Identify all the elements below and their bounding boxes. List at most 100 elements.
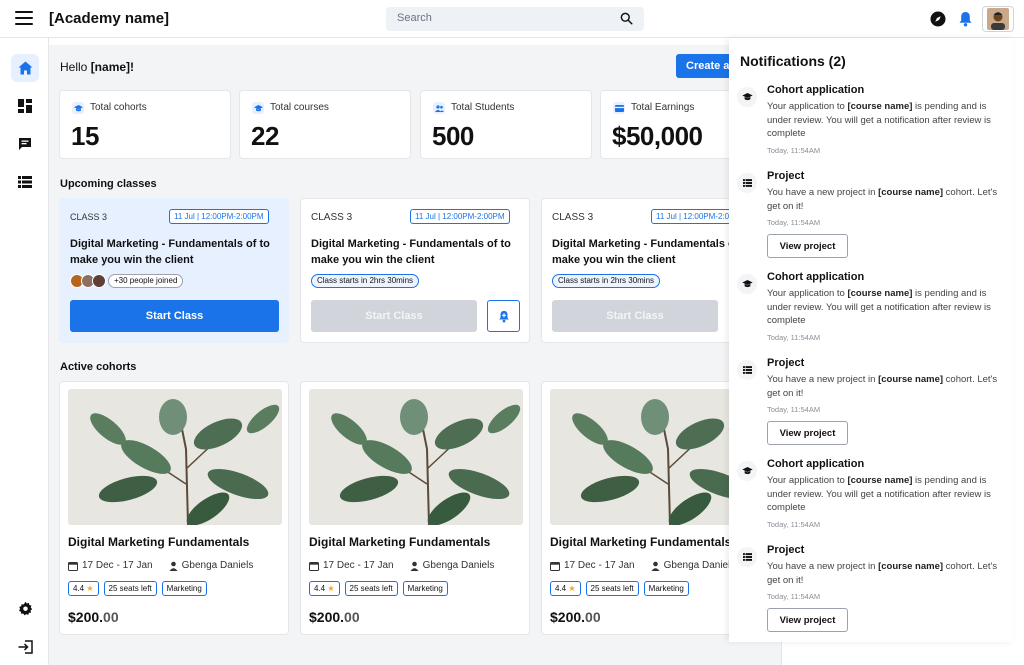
star-icon: ★ [86,584,94,593]
notification-text: You have a new project in [767,187,879,198]
category-tag: Marketing [643,581,689,596]
course-name: [course name] [878,374,944,385]
rating-tag: 4.4 ★ [550,581,581,596]
notification-body: Your application to [course name] is pen… [767,100,1005,141]
category-tag: Marketing [402,581,448,596]
rating-value: 4.4 [555,584,567,593]
notification-time: Today, 11:54AM [767,520,821,529]
greeting: Hello [name]! [60,60,134,74]
cohort-price: $200.00 [550,609,601,625]
cohort-tags: 4.4 ★ 25 seats left Marketing [550,581,694,596]
course-name: [course name] [878,187,944,198]
graduation-cap-icon [737,274,757,294]
card-icon [613,102,625,114]
calendar-icon [550,561,560,571]
rating-tag: 4.4 ★ [68,581,99,596]
class-title: Digital Marketing - Fundamentals of to m… [311,238,511,266]
notification-type: Project [767,170,805,182]
view-project-button[interactable]: View project [767,608,848,632]
notification-body: You have a new project in [course name] … [767,186,1005,213]
search-icon[interactable] [620,12,633,25]
avatar [92,274,106,288]
cohort-meta: 17 Dec - 17 Jan Gbenga Daniels [309,560,494,571]
price-cents: 00 [344,609,360,625]
start-class-button[interactable]: Start Class [311,300,477,332]
rating-value: 4.4 [73,584,85,593]
sidebar-item-settings[interactable] [11,594,39,622]
cohort-card[interactable]: Digital Marketing Fundamentals 17 Dec - … [59,381,289,635]
search-box[interactable] [386,7,644,31]
sidebar-item-list[interactable] [11,168,39,196]
notification-body: Your application to [course name] is pen… [767,474,1005,515]
notification-type: Project [767,357,805,369]
class-title: Digital Marketing - Fundamentals of to m… [70,238,270,266]
stat-card-students: Total Students 500 [420,90,592,159]
bell-icon[interactable] [958,11,973,27]
menu-icon[interactable] [15,11,33,27]
cohort-title: Digital Marketing Fundamentals [309,535,491,549]
stat-value: 15 [71,121,99,151]
rating-tag: 4.4 ★ [309,581,340,596]
joined-count: +30 people joined [108,274,184,288]
notification-time: Today, 11:54AM [767,405,821,414]
gear-icon [18,601,32,615]
class-card[interactable]: CLASS 3 11 Jul | 12:00PM-2:00PM Digital … [59,198,289,343]
course-name: [course name] [847,475,913,486]
cohort-tags: 4.4 ★ 25 seats left Marketing [68,581,212,596]
remind-button[interactable] [487,300,520,332]
notification-body: You have a new project in [course name] … [767,560,1005,587]
start-class-button[interactable]: Start Class [552,300,718,332]
course-name: [course name] [878,561,944,572]
notification-type: Cohort application [767,271,865,283]
stat-value: 22 [251,121,279,151]
price-main: $200. [309,609,345,625]
cohort-price: $200.00 [68,609,119,625]
list-icon [737,173,757,193]
class-date-badge: 11 Jul | 12:00PM-2:00PM [169,209,269,224]
cohort-card[interactable]: Digital Marketing Fundamentals 17 Dec - … [300,381,530,635]
stat-value: 500 [432,121,474,151]
cohort-meta: 17 Dec - 17 Jan Gbenga Daniels [68,560,253,571]
view-project-button[interactable]: View project [767,421,848,445]
avatar[interactable] [982,6,1014,32]
class-number: CLASS 3 [70,212,108,222]
logout-icon [18,640,33,654]
notification-time: Today, 11:54AM [767,333,821,342]
bell-add-icon [498,310,509,322]
stat-value: $50,000 [612,121,703,151]
notification-text: You have a new project in [767,374,879,385]
price-cents: 00 [585,609,601,625]
stat-card-courses: Total courses 22 [239,90,411,159]
stat-card-cohorts: Total cohorts 15 [59,90,231,159]
cohort-title: Digital Marketing Fundamentals [68,535,250,549]
class-card[interactable]: CLASS 3 11 Jul | 12:00PM-2:00PM Digital … [300,198,530,343]
compass-icon[interactable] [930,11,946,27]
cohort-dates: 17 Dec - 17 Jan [564,560,635,571]
class-number: CLASS 3 [311,212,353,223]
user-avatar-icon [987,8,1009,30]
course-name: [course name] [847,288,913,299]
notification-time: Today, 11:54AM [767,592,821,601]
notification-text: Your application to [767,475,848,486]
list-icon [737,360,757,380]
greeting-name: [name]! [90,60,135,74]
seats-tag: 25 seats left [103,581,157,596]
person-icon [651,561,660,571]
joined-avatars: +30 people joined [70,274,184,288]
start-class-button[interactable]: Start Class [70,300,279,332]
sidebar-item-logout[interactable] [11,633,39,661]
list-icon [737,547,757,567]
sidebar-item-messages[interactable] [11,130,39,158]
calendar-icon [68,561,78,571]
notifications-panel: Notifications (2) Cohort application You… [729,38,1013,642]
search-input[interactable] [397,12,607,24]
sidebar-item-home[interactable] [11,54,39,82]
sidebar-item-dashboard[interactable] [11,92,39,120]
notification-time: Today, 11:54AM [767,218,821,227]
calendar-icon [309,561,319,571]
notification-type: Cohort application [767,458,865,470]
view-project-button[interactable]: View project [767,234,848,258]
seats-tag: 25 seats left [585,581,639,596]
cohort-instructor: Gbenga Daniels [663,560,736,571]
list-icon [18,176,32,188]
